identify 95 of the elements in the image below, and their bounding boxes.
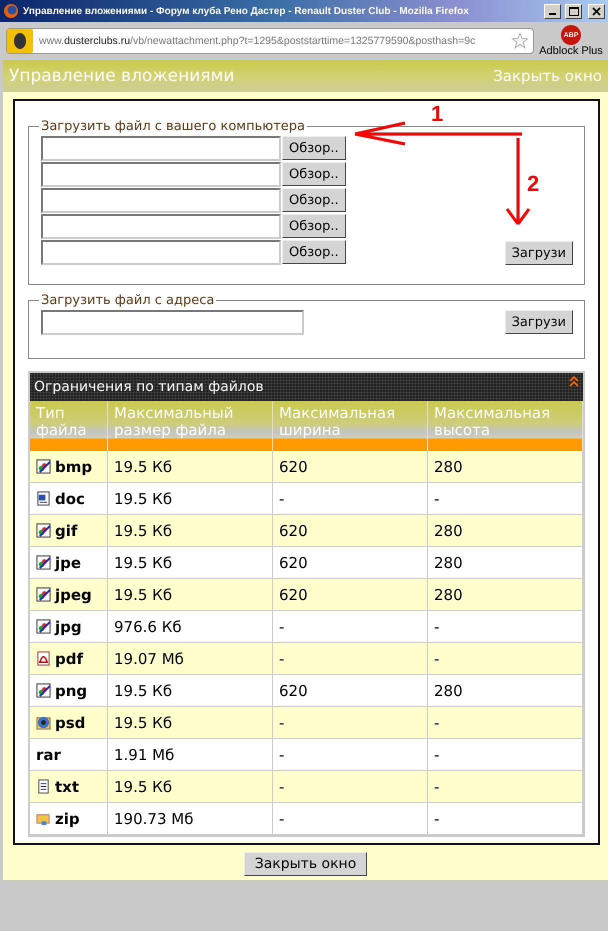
close-icon: [592, 6, 601, 16]
table-cell: 19.5 Кб: [108, 675, 273, 707]
minimize-button[interactable]: [544, 4, 561, 18]
file-type: rar: [36, 746, 61, 764]
table-cell: 19.5 Кб: [108, 579, 273, 611]
table-cell: 620: [273, 451, 428, 483]
table-cell: -: [428, 643, 583, 675]
url-field[interactable]: [41, 310, 304, 335]
file-type: zip: [55, 810, 80, 828]
file-path-field[interactable]: [41, 188, 281, 213]
table-cell: 280: [428, 675, 583, 707]
table-cell: -: [428, 611, 583, 643]
browser-logo-icon: [3, 3, 19, 19]
file-path-field[interactable]: [41, 136, 281, 161]
annotation-number: 1: [431, 101, 444, 127]
column-header: Максимальная высота: [428, 401, 583, 451]
annotation-number: 2: [527, 171, 540, 197]
table-cell: -: [428, 707, 583, 739]
table-cell: -: [273, 803, 428, 835]
file-type: png: [55, 682, 88, 700]
file-path-field[interactable]: [41, 214, 281, 239]
table-cell: 620: [273, 515, 428, 547]
image-file-icon: [36, 619, 51, 634]
close-window-button[interactable]: Закрыть окно: [244, 852, 368, 876]
table-cell: 280: [428, 515, 583, 547]
star-icon[interactable]: [511, 32, 529, 50]
table-cell: 280: [428, 547, 583, 579]
browse-button[interactable]: Обзор..: [282, 162, 346, 186]
url-text: www.dusterclubs.ru/vb/newattachment.php?t=1295&poststarttime=1325779590&posthash=9c: [39, 35, 476, 47]
media-file-icon: [36, 715, 51, 730]
file-path-field[interactable]: [41, 162, 281, 187]
table-cell: 280: [428, 451, 583, 483]
table-cell: 1.91 Мб: [108, 739, 273, 771]
table-cell: 620: [273, 547, 428, 579]
browse-button[interactable]: Обзор..: [282, 214, 346, 238]
table-cell: -: [273, 643, 428, 675]
text-file-icon: [36, 779, 51, 794]
file-type: txt: [55, 778, 80, 796]
table-cell: 19.5 Кб: [108, 707, 273, 739]
upload-button[interactable]: Загрузи: [504, 241, 573, 265]
collapse-icon[interactable]: [569, 376, 579, 388]
section-legend: Загрузить файл с адреса: [39, 293, 216, 308]
table-cell: 19.5 Кб: [108, 451, 273, 483]
table-cell: -: [428, 483, 583, 515]
table-cell: -: [428, 739, 583, 771]
table-cell: 19.5 Кб: [108, 515, 273, 547]
file-type: jpeg: [55, 586, 92, 604]
maximize-icon: [568, 6, 578, 16]
file-type: doc: [55, 490, 85, 508]
image-file-icon: [36, 683, 51, 698]
site-favicon-icon: [7, 29, 33, 53]
table-cell: -: [273, 771, 428, 803]
table-cell: -: [273, 739, 428, 771]
file-type: jpe: [55, 554, 82, 572]
table-cell: -: [273, 483, 428, 515]
pdf-file-icon: [36, 651, 51, 666]
table-cell: 280: [428, 579, 583, 611]
maximize-button[interactable]: [565, 4, 582, 18]
table-cell: -: [428, 771, 583, 803]
column-header: Тип файла: [30, 401, 108, 451]
address-field[interactable]: www.dusterclubs.ru/vb/newattachment.php?t=1295&poststarttime=1325779590&posthash=9c: [6, 28, 534, 54]
file-type: jpg: [55, 618, 82, 636]
file-type: pdf: [55, 650, 84, 668]
browse-button[interactable]: Обзор..: [282, 188, 346, 212]
file-type: psd: [55, 714, 86, 732]
file-type: bmp: [55, 458, 92, 476]
window-title: Управление вложениями - Форум клуба Рено Дастер - Renault Duster Club - Mozilla Firefox: [23, 6, 470, 16]
section-legend: Загрузить файл с вашего компьютера: [39, 119, 307, 134]
column-header: Максимальная ширина: [273, 401, 428, 451]
browse-button[interactable]: Обзор..: [282, 136, 346, 160]
table-cell: -: [273, 707, 428, 739]
document-file-icon: [36, 491, 51, 506]
close-button[interactable]: [588, 4, 605, 18]
table-cell: -: [273, 611, 428, 643]
table-cell: 976.6 Кб: [108, 611, 273, 643]
image-file-icon: [36, 459, 51, 474]
table-title: Ограничения по типам файлов: [34, 379, 264, 395]
image-file-icon: [36, 523, 51, 538]
table-cell: 19.07 Мб: [108, 643, 273, 675]
page-title: Управление вложениями: [9, 66, 234, 86]
table-cell: 19.5 Кб: [108, 547, 273, 579]
table-cell: 620: [273, 579, 428, 611]
file-path-field[interactable]: [41, 240, 281, 265]
image-file-icon: [36, 587, 51, 602]
table-cell: 19.5 Кб: [108, 771, 273, 803]
column-header: Максимальный размер файла: [108, 401, 273, 451]
table-cell: 620: [273, 675, 428, 707]
table-cell: -: [428, 803, 583, 835]
file-type: gif: [55, 522, 78, 540]
browse-button[interactable]: Обзор..: [282, 240, 346, 264]
image-file-icon: [36, 555, 51, 570]
upload-button[interactable]: Загрузи: [504, 310, 573, 334]
addon-label[interactable]: Adblock Plus: [539, 45, 603, 57]
table-cell: 190.73 Мб: [108, 803, 273, 835]
table-cell: 19.5 Кб: [108, 483, 273, 515]
